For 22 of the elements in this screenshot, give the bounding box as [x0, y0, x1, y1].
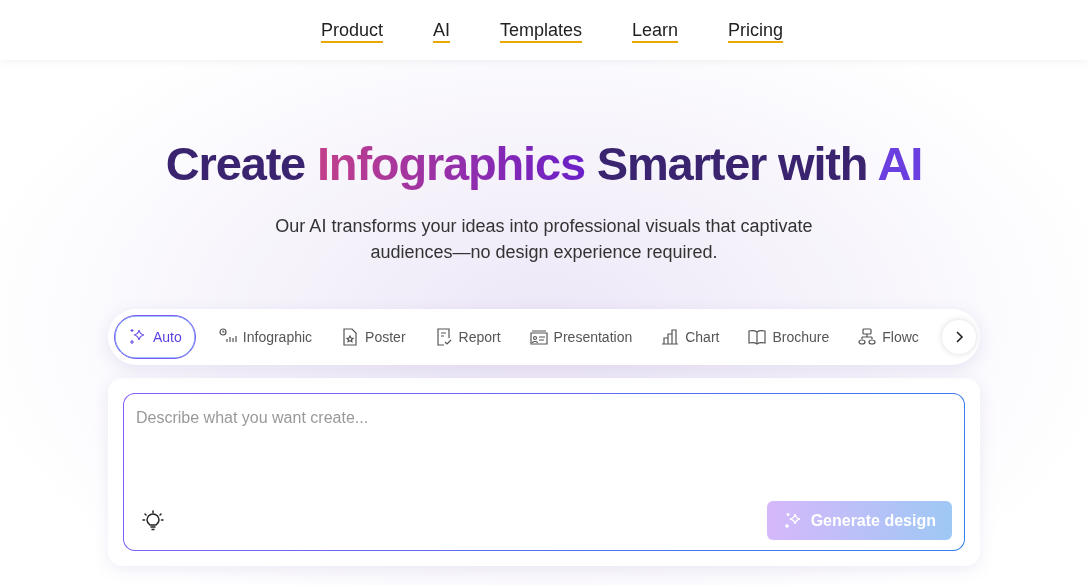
- open-book-icon: [747, 327, 768, 347]
- flowchart-icon: [857, 327, 878, 347]
- nav-link[interactable]: Pricing: [728, 16, 784, 44]
- chevron-right-icon: [953, 330, 965, 344]
- type-tab[interactable]: Infographic: [203, 315, 327, 359]
- bar-chart-icon: [660, 327, 681, 347]
- nav-link[interactable]: Learn: [632, 16, 679, 44]
- type-tab[interactable]: Brochure: [733, 315, 844, 359]
- subtitle: Our AI transforms your ideas into professional visuals that captivate audiences—no design experience required.: [274, 215, 814, 264]
- type-tab[interactable]: Report: [419, 315, 515, 359]
- type-tab[interactable]: Poster: [326, 315, 420, 359]
- sparkle-icon: [782, 510, 803, 531]
- headline: Create Infographics Smarter with AI: [164, 136, 924, 192]
- type-tab[interactable]: Presentation: [514, 315, 647, 359]
- nav-link[interactable]: Templates: [499, 16, 582, 44]
- type-tab[interactable]: Flowc: [843, 315, 933, 359]
- lightbulb-icon[interactable]: [142, 509, 164, 532]
- presentation-icon: [528, 327, 549, 347]
- scroll-right-button[interactable]: [942, 320, 976, 354]
- nav-link[interactable]: AI: [432, 16, 450, 44]
- type-tab[interactable]: Chart: [646, 315, 734, 359]
- nav-link[interactable]: Product: [320, 16, 383, 44]
